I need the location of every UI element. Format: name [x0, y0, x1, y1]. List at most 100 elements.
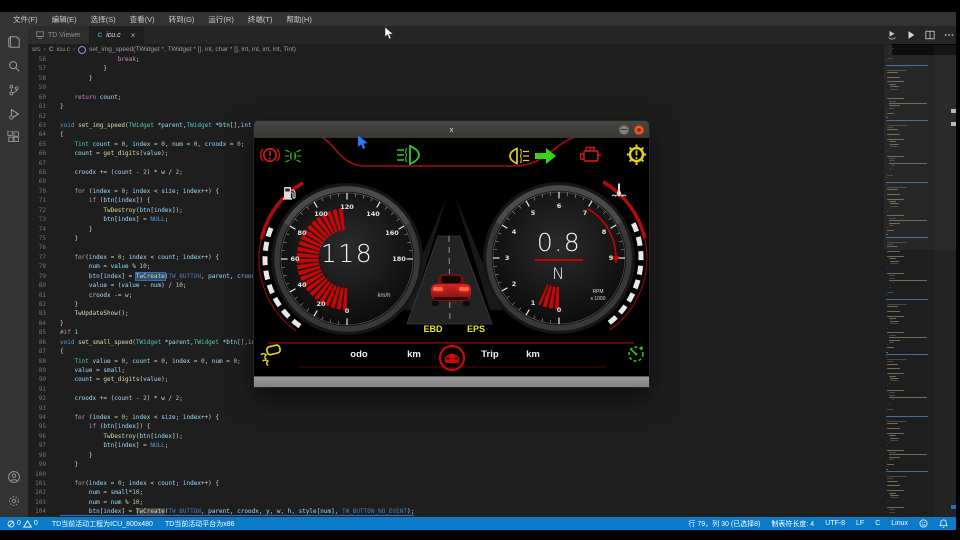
breadcrumb-file[interactable]: icu.c	[57, 46, 70, 53]
activity-bar	[0, 26, 28, 517]
ebd-label: EBD	[417, 324, 449, 334]
brake-warning-icon	[260, 145, 280, 165]
right-edge	[956, 0, 960, 540]
tab-close-icon[interactable]: ×	[131, 31, 136, 40]
explorer-icon[interactable]	[7, 35, 21, 49]
tab-bar: TD Viewer C icu.c ×	[28, 26, 960, 44]
code-line: 100	[28, 470, 960, 479]
breadcrumb: src › C icu.c › set_img_speed(TWidget *,…	[28, 44, 892, 55]
editor-actions	[887, 27, 954, 43]
speed-value: 118	[297, 239, 397, 268]
svg-text:80: 80	[297, 229, 307, 237]
close-button[interactable]	[634, 125, 644, 135]
instrument-cluster: 020406080100120140160180 0123456789	[254, 138, 649, 376]
source-control-icon[interactable]	[7, 83, 21, 97]
tab-label: icu.c	[106, 32, 120, 39]
code-line: 94 for (index = 0; index < size; index++…	[28, 413, 960, 422]
code-line: 102 num = small*10;	[28, 488, 960, 497]
code-line: 97 btn[index] = NULL;	[28, 441, 960, 450]
bottom-strip	[0, 530, 960, 540]
breadcrumb-separator: ›	[73, 46, 75, 53]
active-platform[interactable]: TD当前活动平台为x86	[165, 519, 235, 529]
indent-setting[interactable]: 制表符长度: 4	[771, 519, 814, 529]
extensions-icon[interactable]	[7, 131, 21, 145]
active-project[interactable]: TD当前活动工程为ICU_800x480	[52, 519, 153, 529]
breadcrumb-symbol[interactable]: set_img_speed(TWidget *, TWidget * [], i…	[89, 46, 296, 53]
svg-text:20: 20	[316, 300, 326, 308]
esp-icon	[259, 344, 282, 368]
rpm-underline	[535, 259, 583, 261]
menu-edit[interactable]: 编辑(E)	[45, 14, 84, 25]
menu-goto[interactable]: 转到(G)	[162, 14, 202, 25]
method-symbol-icon	[78, 46, 86, 54]
menu-view[interactable]: 查看(V)	[123, 14, 162, 25]
rpm-unit: RPMx 1000	[579, 289, 617, 302]
run-debug-icon[interactable]	[7, 107, 21, 121]
menu-help[interactable]: 帮助(H)	[279, 14, 318, 25]
split-editor-icon[interactable]	[925, 30, 935, 40]
tachometer-gauge: 0123456789	[485, 184, 633, 332]
c-file-icon: C	[98, 32, 103, 39]
mouse-cursor-blue	[357, 135, 369, 150]
remote-os[interactable]: Linux	[891, 520, 908, 527]
code-line: 99 }	[28, 460, 960, 469]
top-strip	[0, 0, 960, 12]
menu-file[interactable]: 文件(F)	[6, 14, 45, 25]
turn-right-indicator-icon	[534, 147, 557, 165]
position-lights-icon	[284, 148, 302, 164]
menu-terminal[interactable]: 终端(T)	[241, 14, 280, 25]
trip-unit: km	[518, 349, 548, 360]
mouse-cursor-white	[384, 27, 394, 40]
trip-label: Trip	[472, 349, 508, 360]
svg-text:5: 5	[531, 209, 536, 217]
code-line: 60 return count;	[28, 93, 960, 102]
search-icon[interactable]	[7, 59, 21, 73]
eps-label: EPS	[460, 324, 492, 334]
code-line: 61}	[28, 102, 960, 111]
eol-sequence[interactable]: LF	[856, 520, 864, 527]
dashboard-window: x	[253, 120, 650, 388]
code-line: 96 TwDestroy(btn[index]);	[28, 432, 960, 441]
dashboard-titlebar[interactable]: x	[254, 121, 649, 138]
code-line: 103 num = num % 10;	[28, 498, 960, 507]
settings-gear-icon[interactable]	[7, 494, 21, 508]
notifications-bell-icon[interactable]	[939, 519, 948, 528]
svg-text:0: 0	[345, 307, 350, 315]
window-title: x	[254, 125, 649, 134]
code-line: 95 if (btn[index]) {	[28, 422, 960, 431]
door-warning-icon	[438, 344, 466, 372]
run-or-debug-icon[interactable]	[887, 30, 897, 40]
front-fog-icon	[396, 144, 420, 166]
encoding[interactable]: UTF-8	[825, 520, 845, 527]
problems-indicator[interactable]: 0 0	[7, 520, 38, 528]
svg-text:140: 140	[366, 210, 380, 218]
odo-label: odo	[339, 349, 379, 360]
breadcrumb-src[interactable]: src	[32, 46, 41, 53]
menu-run[interactable]: 运行(R)	[201, 14, 240, 25]
code-line: 92 croodx += (count - 2) * w / 2;	[28, 394, 960, 403]
code-line: 93	[28, 404, 960, 413]
language-mode[interactable]: C	[875, 520, 880, 527]
svg-text:9: 9	[609, 254, 614, 262]
scrollbar[interactable]	[934, 45, 956, 517]
status-bar: 0 0 TD当前活动工程为ICU_800x480 TD当前活动平台为x86 行 …	[0, 517, 956, 530]
speed-unit: km/h	[354, 293, 414, 299]
account-icon[interactable]	[7, 470, 21, 484]
gear-warning-icon	[626, 143, 647, 166]
menu-selection[interactable]: 选择(S)	[84, 14, 123, 25]
cursor-position[interactable]: 行 79，列 30 (已选择8)	[688, 519, 760, 529]
menu-bar: 文件(F) 编辑(E) 选择(S) 查看(V) 转到(G) 运行(R) 终端(T…	[0, 12, 960, 26]
minimize-button[interactable]	[619, 125, 629, 135]
odo-unit: km	[399, 349, 429, 360]
engine-warning-icon	[578, 144, 602, 166]
tab-icu-c[interactable]: C icu.c ×	[90, 26, 145, 44]
car-graphic	[430, 268, 472, 314]
breadcrumb-separator: ›	[44, 46, 46, 53]
window-resize-grip[interactable]	[254, 376, 649, 388]
feedback-icon[interactable]	[919, 519, 928, 528]
svg-text:100: 100	[314, 210, 328, 218]
fuel-icon	[282, 184, 297, 200]
run-icon[interactable]	[906, 30, 916, 40]
more-actions-icon[interactable]	[944, 30, 954, 40]
tab-td-viewer[interactable]: TD Viewer	[28, 26, 90, 44]
